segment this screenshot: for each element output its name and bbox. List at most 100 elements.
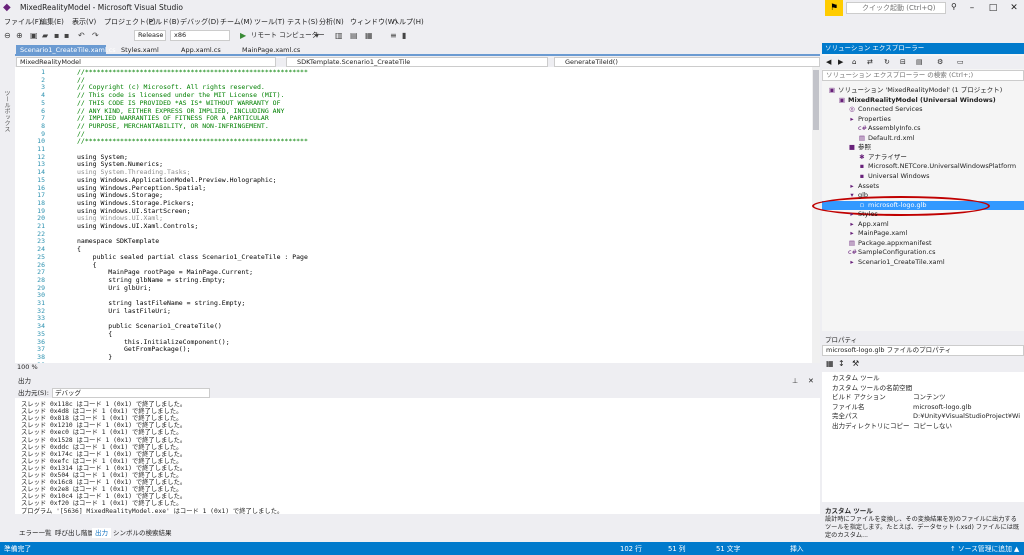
navigate-back-icon[interactable]: ⊖ — [4, 30, 11, 41]
tree-item[interactable]: ▸ MainPage.xaml — [848, 229, 907, 238]
show-all-files-icon[interactable]: ▤ — [916, 58, 923, 66]
editor-scrollbar-thumb[interactable] — [813, 70, 819, 130]
wrench-icon[interactable]: ⚒ — [852, 359, 859, 368]
toolbar-icon-a[interactable]: ▥ — [335, 30, 343, 41]
back-icon[interactable]: ◀ — [826, 58, 831, 66]
tree-item[interactable]: ▸ App.xaml — [848, 220, 888, 229]
class-dropdown[interactable]: SDKTemplate.Scenario1_CreateTile — [286, 57, 548, 67]
solution-explorer-search[interactable]: ソリューション エクスプローラー の検索 (Ctrl+;) — [822, 70, 1024, 81]
bottom-tab[interactable]: 呼び出し階層 — [52, 528, 97, 538]
collapse-all-icon[interactable]: ⊟ — [900, 58, 906, 66]
output-text[interactable]: スレッド 0x118c はコード 1 (0x1) で終了しました。 スレッド 0x… — [15, 398, 820, 514]
new-project-icon[interactable]: ▣ — [30, 30, 38, 41]
start-debug-icon[interactable]: ▶ — [240, 30, 246, 41]
open-file-icon[interactable]: ▰ — [42, 30, 48, 41]
document-tab[interactable]: Styles.xaml — [117, 45, 169, 56]
tree-item[interactable]: ■ 参照 — [848, 143, 871, 152]
configuration-select[interactable]: Release — [134, 30, 166, 41]
toolbar-icon-d[interactable]: ≡ — [390, 30, 397, 41]
notification-flag-icon[interactable]: ⚑ — [825, 0, 843, 16]
code-line[interactable]: //**************************************… — [77, 68, 308, 77]
sync-icon[interactable]: ⇄ — [867, 58, 873, 66]
tree-item[interactable]: ▣ ソリューション 'MixedRealityModel' (1 プロジェクト) — [828, 86, 1002, 95]
property-value[interactable]: microsoft-logo.glb — [913, 403, 972, 413]
close-panel-icon[interactable]: ✕ — [808, 377, 814, 385]
menu-item[interactable]: 表示(V) — [72, 17, 96, 28]
navigate-forward-icon[interactable]: ⊕ — [16, 30, 23, 41]
toolbar-icon-c[interactable]: ▦ — [365, 30, 373, 41]
tree-item[interactable]: ▸ Assets — [848, 182, 879, 191]
bookmark-icon[interactable]: ▮ — [402, 30, 406, 41]
menu-item[interactable]: 分析(N) — [319, 17, 344, 28]
menu-item[interactable]: デバッグ(D) — [180, 17, 219, 28]
properties-grid[interactable]: カスタム ツール カスタム ツールの名前空間 ビルド アクション コンテンツ ファイル名… — [822, 372, 1024, 502]
code-line[interactable]: // PURPOSE, MERCHANTABILITY, OR NON-INFR… — [77, 122, 269, 131]
code-line[interactable]: } — [77, 353, 112, 362]
close-button[interactable]: ✕ — [1004, 1, 1024, 15]
tree-item[interactable]: ▣ MixedRealityModel (Universal Windows) — [838, 96, 996, 105]
tree-item[interactable]: ◎ Connected Services — [848, 105, 922, 114]
code-line[interactable]: Uri glbUri; — [77, 284, 151, 293]
menu-item[interactable]: 編集(E) — [40, 17, 64, 28]
refresh-icon[interactable]: ↻ — [884, 58, 890, 66]
bottom-tab[interactable]: 出力 — [92, 528, 111, 538]
menu-item[interactable]: チーム(M) — [220, 17, 252, 28]
tree-item[interactable]: ▪ Universal Windows — [858, 172, 930, 181]
member-dropdown[interactable]: GenerateTileId() — [554, 57, 820, 67]
preview-icon[interactable]: ▭ — [957, 58, 964, 66]
minimize-button[interactable]: – — [962, 1, 982, 15]
source-control-button[interactable]: ↑ ソース管理に追加 ▲ — [950, 544, 1019, 554]
save-all-icon[interactable]: ▪ — [64, 30, 69, 41]
toolbar-icon-b[interactable]: ▤ — [350, 30, 358, 41]
menu-item[interactable]: テスト(S) — [287, 17, 318, 28]
bottom-tab[interactable]: エラー一覧 — [16, 528, 55, 538]
chevron-down-icon[interactable]: ▾ — [315, 30, 319, 41]
property-value[interactable]: D:¥Unity¥VisualStudioProject¥Wi — [913, 412, 1020, 422]
code-line[interactable]: //**************************************… — [77, 138, 308, 146]
search-button-icon[interactable]: ⚲ — [951, 2, 957, 11]
categorized-icon[interactable]: ▦ — [826, 359, 834, 368]
property-value[interactable]: コンテンツ — [913, 393, 946, 403]
redo-icon[interactable]: ↷ — [92, 30, 99, 41]
menu-item[interactable]: ファイル(F) — [4, 17, 42, 28]
property-value[interactable]: コピーしない — [913, 422, 952, 432]
maximize-button[interactable]: □ — [983, 1, 1003, 15]
alphabetical-icon[interactable]: ↕ — [838, 359, 845, 368]
quick-launch-input[interactable]: クイック起動 (Ctrl+Q) — [846, 2, 946, 14]
zoom-level[interactable]: 100 % — [15, 363, 820, 372]
properties-icon[interactable]: ⚙ — [937, 58, 943, 66]
tree-item[interactable]: ▸ Styles — [848, 210, 877, 219]
bottom-tab[interactable]: シンボルの検索結果 — [110, 528, 175, 538]
tree-item[interactable]: c#SampleConfiguration.cs — [848, 248, 935, 257]
code-line[interactable]: namespace SDKTemplate — [77, 238, 159, 246]
toolbox-tab[interactable]: ツールボックス — [2, 90, 11, 132]
pin-icon[interactable]: ⊥ — [792, 377, 798, 385]
tree-item[interactable]: ▾ glb — [848, 191, 868, 200]
menu-item[interactable]: ヘルプ(H) — [392, 17, 424, 28]
platform-select[interactable]: x86 — [170, 30, 230, 41]
save-icon[interactable]: ▪ — [54, 30, 59, 41]
code-line[interactable]: Uri lastFileUri; — [77, 307, 171, 316]
forward-icon[interactable]: ▶ — [838, 58, 843, 66]
tree-item[interactable]: ▪ Microsoft.NETCore.UniversalWindowsPlatf… — [858, 162, 1016, 171]
code-line[interactable]: public sealed partial class Scenario1_Cr… — [77, 253, 308, 262]
tree-item[interactable]: c#AssemblyInfo.cs — [858, 124, 921, 133]
start-debug-button[interactable]: リモート コンピューター — [251, 30, 325, 41]
code-editor[interactable]: 1//*************************************… — [15, 67, 820, 363]
menu-item[interactable]: ウィンドウ(W) — [350, 17, 397, 28]
tree-item[interactable]: ✱ アナライザー — [858, 153, 907, 162]
tree-item[interactable]: ▸ Properties — [848, 115, 891, 124]
document-tab[interactable]: Scenario1_CreateTile.xaml.cs — [16, 45, 116, 56]
properties-object-select[interactable]: microsoft-logo.glb ファイルのプロパティ — [822, 345, 1024, 356]
tree-item[interactable]: ▤ Package.appxmanifest — [848, 239, 932, 248]
code-line[interactable]: using Windows.UI.Xaml.Controls; — [77, 222, 198, 231]
menu-item[interactable]: ビルド(B) — [148, 17, 179, 28]
tree-item[interactable]: ▤ Default.rd.xml — [858, 134, 915, 143]
menu-item[interactable]: ツール(T) — [254, 17, 285, 28]
home-icon[interactable]: ⌂ — [852, 58, 856, 66]
undo-icon[interactable]: ↶ — [78, 30, 85, 41]
tree-item[interactable]: ▫ microsoft-logo.glb — [858, 201, 927, 210]
output-source-select[interactable]: デバッグ — [52, 388, 210, 398]
project-dropdown[interactable]: MixedRealityModel — [16, 57, 276, 67]
tree-item[interactable]: ▸ Scenario1_CreateTile.xaml — [848, 258, 944, 267]
